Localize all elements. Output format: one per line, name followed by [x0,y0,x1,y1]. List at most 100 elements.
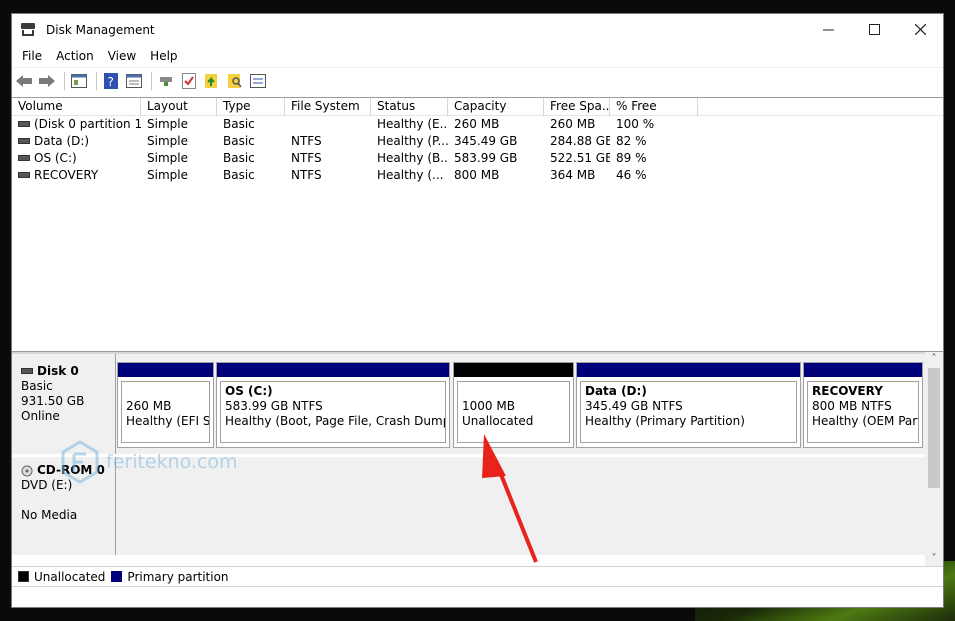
partition-status: Healthy (Boot, Page File, Crash Dump, Pr… [225,414,445,428]
menu-action[interactable]: Action [49,49,101,63]
partition-status: Unallocated [462,414,534,428]
column-headers: Volume Layout Type File System Status Ca… [12,98,943,116]
column-header-volume[interactable]: Volume [12,98,141,116]
drive-icon [21,367,33,374]
partition-os-c[interactable]: OS (C:) 583.99 GB NTFS Healthy (Boot, Pa… [216,362,450,448]
volume-row[interactable]: (Disk 0 partition 1) Simple Basic Health… [12,116,943,133]
volume-file-system: NTFS [291,151,322,165]
menu-help[interactable]: Help [143,49,184,63]
properties-button[interactable] [124,71,144,91]
volume-capacity: 260 MB [454,117,500,131]
maximize-button[interactable] [851,14,897,45]
search-folder-icon [228,74,242,88]
check-icon [182,73,196,89]
svg-text:?: ? [108,75,114,89]
volume-status: Healthy (B... [377,151,448,165]
console-tree-button[interactable] [69,71,89,91]
partition-name: Data (D:) [585,384,647,398]
volume-layout: Simple [147,151,188,165]
watermark-logo-icon [61,440,99,484]
volume-row[interactable]: RECOVERY Simple Basic NTFS Healthy (... … [12,167,943,184]
column-header-layout[interactable]: Layout [141,98,217,116]
connect-button[interactable] [156,71,176,91]
volume-type: Basic [223,117,255,131]
properties-icon [126,74,142,88]
partition-efi[interactable]: 260 MB Healthy (EFI Sys [117,362,214,448]
volume-percent-free: 46 % [616,168,647,182]
disk-management-icon [20,22,36,37]
volume-status: Healthy (P... [377,134,448,148]
volume-capacity: 345.49 GB [454,134,518,148]
volume-capacity: 800 MB [454,168,500,182]
volume-file-system: NTFS [291,168,322,182]
forward-button[interactable] [37,71,57,91]
volume-free-space: 522.51 GB [550,151,610,165]
volume-free-space: 284.88 GB [550,134,610,148]
partition-name: OS (C:) [225,384,273,398]
settings-icon [250,74,266,88]
disk-0-label[interactable]: Disk 0 Basic 931.50 GB Online [12,354,116,454]
primary-partition-bar [217,363,449,377]
help-icon: ? [104,73,118,89]
volume-status: Healthy (... [377,168,444,182]
search-folder-button[interactable] [225,71,245,91]
up-folder-button[interactable] [202,71,222,91]
check-button[interactable] [179,71,199,91]
unallocated-swatch [18,571,29,582]
scrollbar-thumb[interactable] [928,368,940,488]
volume-row[interactable]: OS (C:) Simple Basic NTFS Healthy (B... … [12,150,943,167]
partition-data-d[interactable]: Data (D:) 345.49 GB NTFS Healthy (Primar… [576,362,801,448]
volume-free-space: 260 MB [550,117,596,131]
partition-unallocated[interactable]: 1000 MB Unallocated [453,362,574,448]
title-bar: Disk Management [12,14,943,45]
partition-size: 260 MB [126,399,172,413]
volume-layout: Simple [147,117,188,131]
primary-partition-bar [804,363,922,377]
volume-row[interactable]: Data (D:) Simple Basic NTFS Healthy (P..… [12,133,943,150]
column-header-file-system[interactable]: File System [285,98,371,116]
back-icon [16,75,32,87]
volume-name: Data (D:) [34,134,90,148]
column-header-free-space[interactable]: Free Spa... [544,98,610,116]
vertical-scrollbar[interactable]: ˄ ˅ [925,352,943,566]
volume-capacity: 583.99 GB [454,151,518,165]
volume-type: Basic [223,151,255,165]
partition-size: 345.49 GB NTFS [585,399,683,413]
partition-name: RECOVERY [812,384,883,398]
partition-size: 800 MB NTFS [812,399,892,413]
scroll-down-icon[interactable]: ˅ [925,552,943,566]
minimize-button[interactable] [805,14,851,45]
volume-percent-free: 82 % [616,134,647,148]
settings-button[interactable] [248,71,268,91]
console-tree-icon [71,74,87,88]
volume-name: RECOVERY [34,168,99,182]
help-button[interactable]: ? [101,71,121,91]
volume-status: Healthy (E... [377,117,448,131]
close-button[interactable] [897,14,943,45]
menu-view[interactable]: View [101,49,143,63]
column-header-capacity[interactable]: Capacity [448,98,544,116]
toolbar-separator [96,72,97,90]
unallocated-bar [454,363,573,377]
menu-file[interactable]: File [15,49,49,63]
toolbar: ? [12,67,943,94]
disk-0-row: Disk 0 Basic 931.50 GB Online 260 MB Hea… [12,354,925,454]
column-header-status[interactable]: Status [371,98,448,116]
scroll-up-icon[interactable]: ˄ [925,352,943,366]
volume-percent-free: 89 % [616,151,647,165]
status-bar [12,586,943,607]
volume-type: Basic [223,168,255,182]
volume-name: OS (C:) [34,151,77,165]
partition-recovery[interactable]: RECOVERY 800 MB NTFS Healthy (OEM Partit [803,362,923,448]
partition-status: Healthy (EFI Sys [126,414,210,428]
column-header-percent-free[interactable]: % Free [610,98,698,116]
toolbar-separator [64,72,65,90]
maximize-icon [868,24,880,35]
column-header-type[interactable]: Type [217,98,285,116]
back-button[interactable] [14,71,34,91]
volume-layout: Simple [147,168,188,182]
drive-icon [18,171,30,178]
partition-size: 583.99 GB NTFS [225,399,323,413]
volume-free-space: 364 MB [550,168,596,182]
toolbar-separator [151,72,152,90]
